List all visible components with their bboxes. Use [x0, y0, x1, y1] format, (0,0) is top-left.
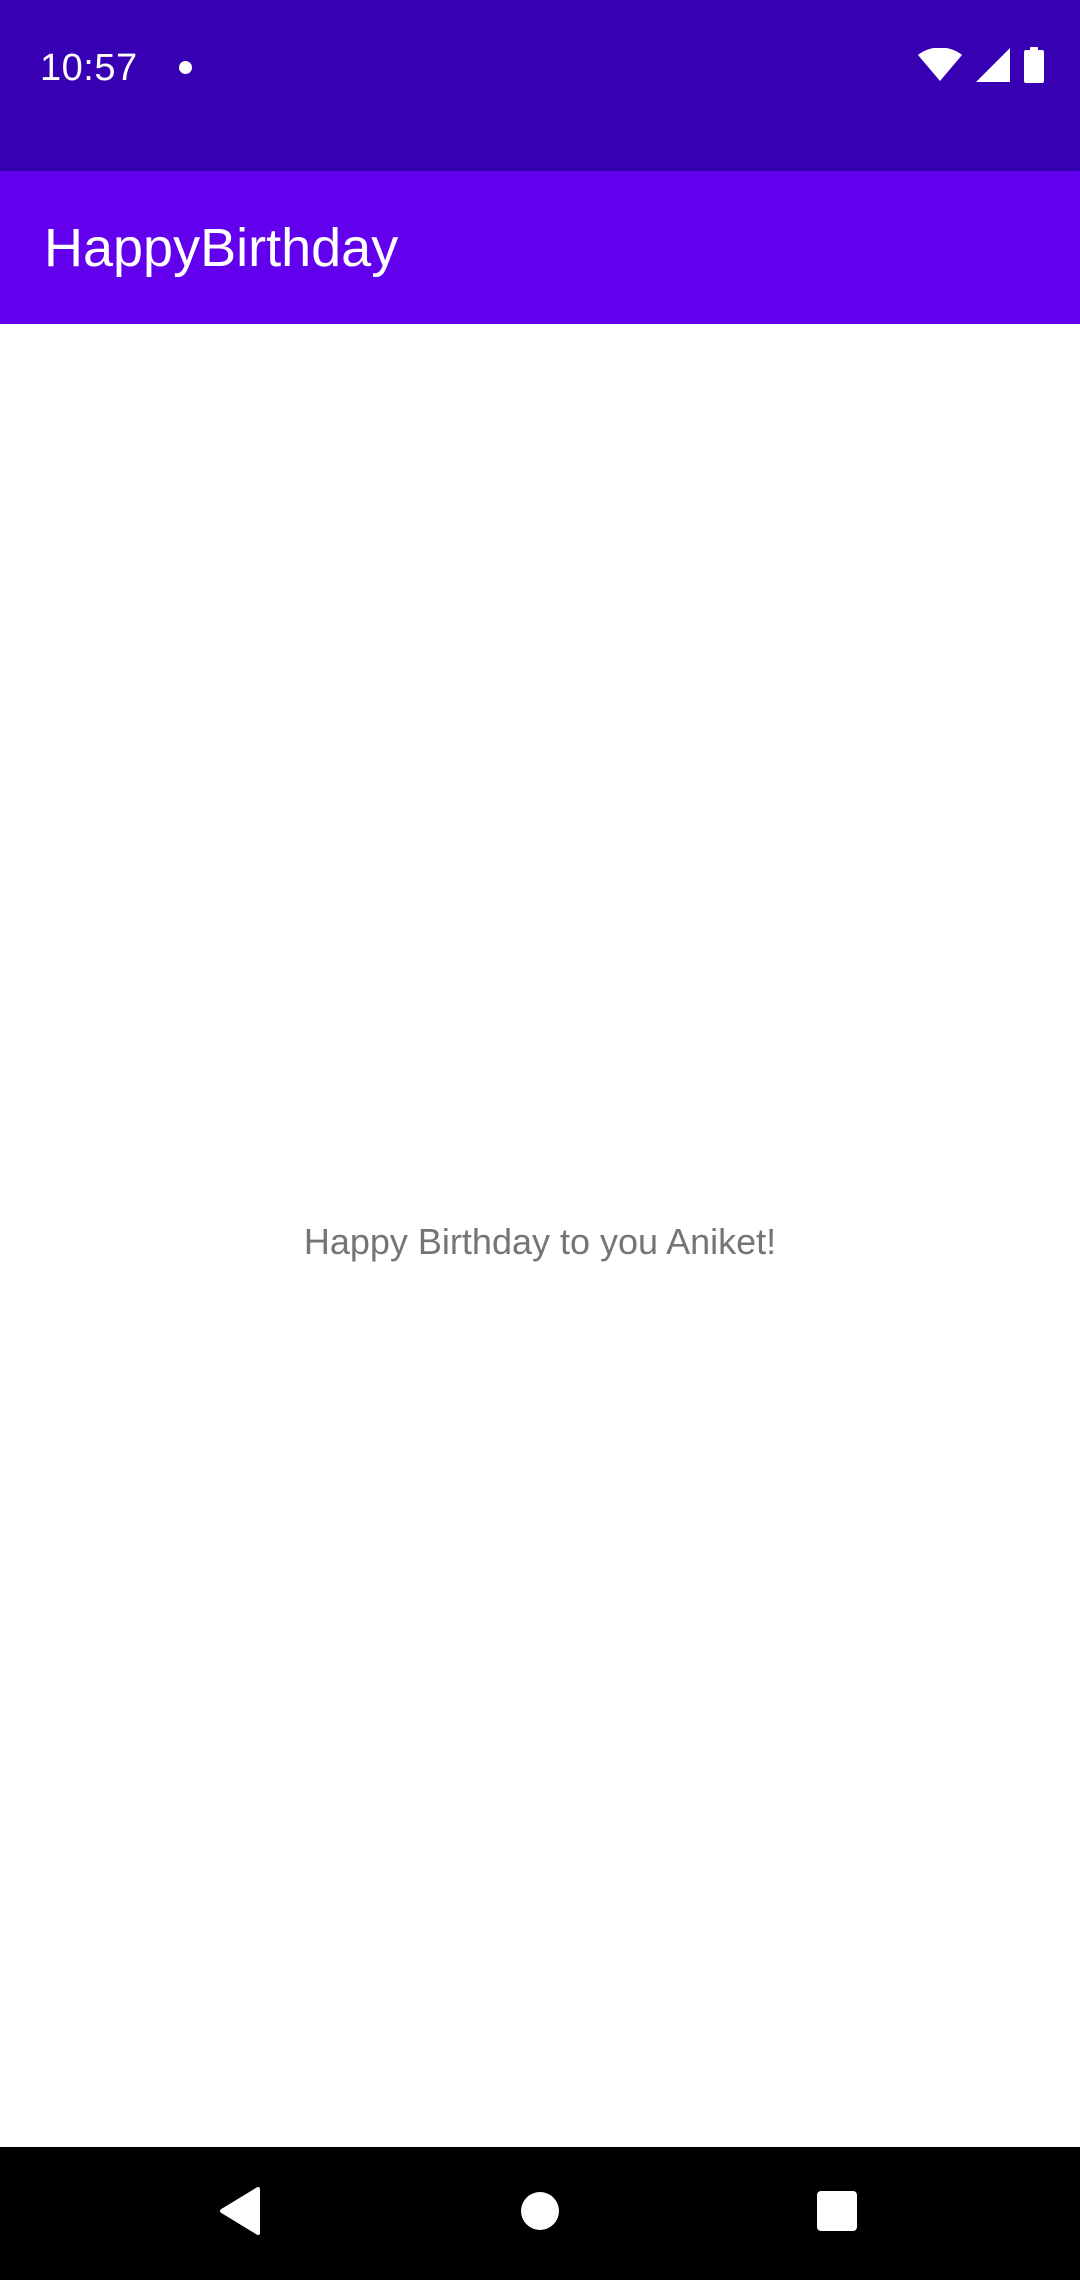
back-button[interactable]: [180, 2147, 300, 2280]
status-icons: [918, 46, 1044, 88]
navigation-bar: [0, 2147, 1080, 2280]
screen: 10:57 HappyBirthday Happy Birthday to yo…: [0, 0, 1080, 2280]
home-icon: [520, 2191, 560, 2236]
app-title: HappyBirthday: [44, 218, 399, 278]
main-content: Happy Birthday to you Aniket!: [0, 324, 1080, 2147]
home-button[interactable]: [480, 2147, 600, 2280]
status-time: 10:57: [40, 47, 138, 89]
battery-icon: [1024, 46, 1044, 88]
recents-button[interactable]: [777, 2147, 897, 2280]
greeting-text: Happy Birthday to you Aniket!: [303, 1221, 777, 1262]
wifi-icon: [918, 47, 962, 87]
app-bar: HappyBirthday: [0, 171, 1080, 324]
back-icon: [218, 2187, 262, 2240]
status-bar: 10:57: [0, 0, 1080, 171]
notification-dot-icon: [179, 61, 192, 74]
recents-icon: [816, 2190, 858, 2237]
cell-signal-icon: [976, 47, 1010, 87]
